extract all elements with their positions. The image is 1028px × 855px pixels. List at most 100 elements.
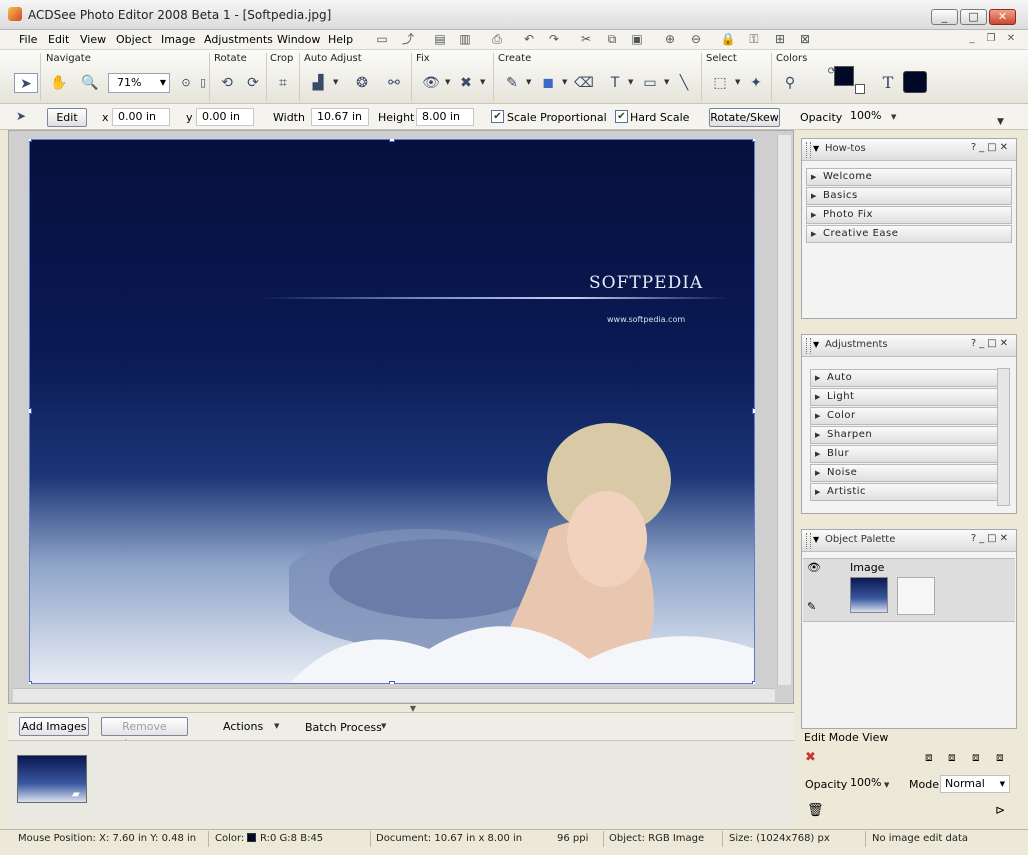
rectangle-shape-icon[interactable]: ▭ [640, 73, 660, 93]
howto-item-welcome[interactable]: Welcome [806, 168, 1012, 186]
adjust-item-blur[interactable]: Blur [810, 445, 998, 463]
chevron-down-icon[interactable]: ▼ [480, 78, 485, 86]
save-icon[interactable]: ▤ [432, 31, 448, 47]
magic-wand-icon[interactable]: ✦ [746, 73, 766, 93]
chevron-down-icon[interactable]: ▼ [664, 78, 669, 86]
properties-icon[interactable]: ⊳ [995, 803, 1005, 817]
panel-controls-icon[interactable]: ?_□✕ [971, 533, 1011, 544]
resize-handle[interactable] [29, 139, 32, 142]
menu-object[interactable]: Object [116, 33, 152, 46]
chevron-down-icon[interactable]: ▼ [445, 78, 450, 86]
resize-handle[interactable] [752, 681, 755, 684]
remove-images-button[interactable]: Remove Images [101, 717, 188, 750]
menu-image[interactable]: Image [161, 33, 195, 46]
selection-frame[interactable] [29, 139, 755, 684]
x-field[interactable]: 0.00 in [112, 108, 170, 126]
add-images-button[interactable]: Add Images [19, 717, 89, 736]
auto-color-icon[interactable]: ❂ [352, 73, 372, 93]
howto-item-photo-fix[interactable]: Photo Fix [806, 206, 1012, 224]
rotate-left-icon[interactable]: ⟲ [217, 73, 237, 93]
adjust-item-light[interactable]: Light [810, 388, 998, 406]
lock-icon[interactable]: 🔒 [720, 31, 736, 47]
close-button[interactable]: ✕ [989, 9, 1016, 25]
chevron-down-icon[interactable]: ▼ [274, 722, 279, 730]
grid-off-icon[interactable]: ⊠ [797, 31, 813, 47]
align-left-icon[interactable]: ⧈ [925, 750, 933, 765]
layer-mask-thumbnail[interactable] [897, 577, 935, 615]
grip-icon[interactable] [806, 533, 811, 549]
open-icon[interactable]: ⤴ [400, 31, 416, 47]
line-tool-icon[interactable]: ╲ [674, 73, 694, 93]
eyedropper-icon[interactable]: ⚲ [780, 73, 800, 93]
actions-menu[interactable]: Actions [223, 720, 263, 733]
align-right-icon[interactable]: ⧈ [972, 750, 980, 765]
grid-icon[interactable]: ⊞ [772, 31, 788, 47]
trash-icon[interactable]: 🗑 [807, 803, 824, 818]
edit-button[interactable]: Edit [47, 108, 87, 127]
adjust-item-sharpen[interactable]: Sharpen [810, 426, 998, 444]
rotate-right-icon[interactable]: ⟳ [243, 73, 263, 93]
collapse-filmstrip-icon[interactable]: ▼ [393, 704, 433, 713]
chevron-down-icon[interactable]: ▼ [628, 78, 633, 86]
menu-view[interactable]: View [80, 33, 106, 46]
mode-combo[interactable]: Normal ▼ [940, 775, 1010, 793]
grip-icon[interactable] [806, 338, 811, 354]
eraser-icon[interactable]: ⌫ [574, 73, 594, 93]
pointer-tool-icon[interactable]: ➤ [14, 73, 38, 93]
visibility-eye-icon[interactable]: 👁 [807, 561, 821, 574]
layer-thumbnail[interactable] [850, 577, 888, 613]
resize-handle[interactable] [29, 681, 32, 684]
zoom-combo[interactable]: 71% ▼ [108, 73, 170, 93]
minimize-button[interactable]: _ [931, 9, 958, 25]
howto-item-creative-ease[interactable]: Creative Ease [806, 225, 1012, 243]
hard-scale-checkbox[interactable]: ✔ [615, 110, 628, 123]
unlock-icon[interactable]: ⚿ [746, 31, 762, 47]
new-icon[interactable]: ▭ [374, 31, 390, 47]
text-color-swatch[interactable] [903, 71, 927, 93]
resize-handle[interactable] [752, 139, 755, 142]
chevron-down-icon[interactable]: ▼ [381, 722, 386, 730]
panel-collapse-icon[interactable]: ▼ [813, 535, 819, 544]
horizontal-scrollbar[interactable] [13, 688, 775, 702]
resize-handle[interactable] [29, 408, 32, 414]
y-field[interactable]: 0.00 in [196, 108, 254, 126]
vertical-scrollbar[interactable] [777, 135, 791, 685]
copy-icon[interactable]: ⧉ [604, 31, 620, 47]
save-as-icon[interactable]: ▥ [457, 31, 473, 47]
howto-item-basics[interactable]: Basics [806, 187, 1012, 205]
align-center-icon[interactable]: ⧈ [948, 750, 956, 765]
print-icon[interactable]: ⎙ [489, 31, 505, 47]
adjust-item-noise[interactable]: Noise [810, 464, 998, 482]
panel-collapse-icon[interactable]: ▼ [813, 144, 819, 153]
fill-icon[interactable]: ◼ [538, 73, 558, 93]
scale-proportional-checkbox[interactable]: ✔ [491, 110, 504, 123]
chevron-down-icon[interactable]: ▼ [526, 78, 531, 86]
adjust-item-artistic[interactable]: Artistic [810, 483, 998, 501]
text-color-icon[interactable]: T [878, 73, 898, 93]
repair-tool-icon[interactable]: ✖ [456, 73, 476, 93]
doc-restore-button[interactable]: ❐ [983, 31, 999, 47]
menu-window[interactable]: Window [277, 33, 320, 46]
width-field[interactable]: 10.67 in [311, 108, 369, 126]
delete-object-icon[interactable]: ✖ [805, 750, 816, 765]
crop-icon[interactable]: ⌗ [273, 73, 293, 93]
chevron-down-icon[interactable]: ▼ [884, 781, 889, 789]
rotate-skew-button[interactable]: Rotate/Skew [709, 108, 780, 127]
toolbar-overflow-icon[interactable]: ▼ [997, 117, 1004, 127]
maximize-button[interactable]: □ [960, 9, 987, 25]
panel-controls-icon[interactable]: ?_□✕ [971, 338, 1011, 349]
cut-icon[interactable]: ✂ [578, 31, 594, 47]
auto-levels-icon[interactable]: ▟ [308, 73, 328, 93]
opacity-field[interactable]: 100% [845, 108, 895, 126]
doc-close-button[interactable]: ✕ [1003, 31, 1019, 47]
red-eye-icon[interactable]: 👁 [421, 73, 441, 93]
batch-process-menu[interactable]: Batch Process [305, 721, 382, 734]
zoom-actual-icon[interactable]: ▯ [193, 73, 213, 93]
chevron-down-icon[interactable]: ▼ [562, 78, 567, 86]
menu-edit[interactable]: Edit [48, 33, 69, 46]
resize-handle[interactable] [389, 139, 395, 142]
image-canvas[interactable]: SOFTPEDIA www.softpedia.com [29, 139, 755, 684]
adjustments-scrollbar[interactable] [997, 368, 1010, 506]
hand-tool-icon[interactable]: ✋ [49, 73, 69, 93]
auto-contrast-icon[interactable]: ⚯ [384, 73, 404, 93]
